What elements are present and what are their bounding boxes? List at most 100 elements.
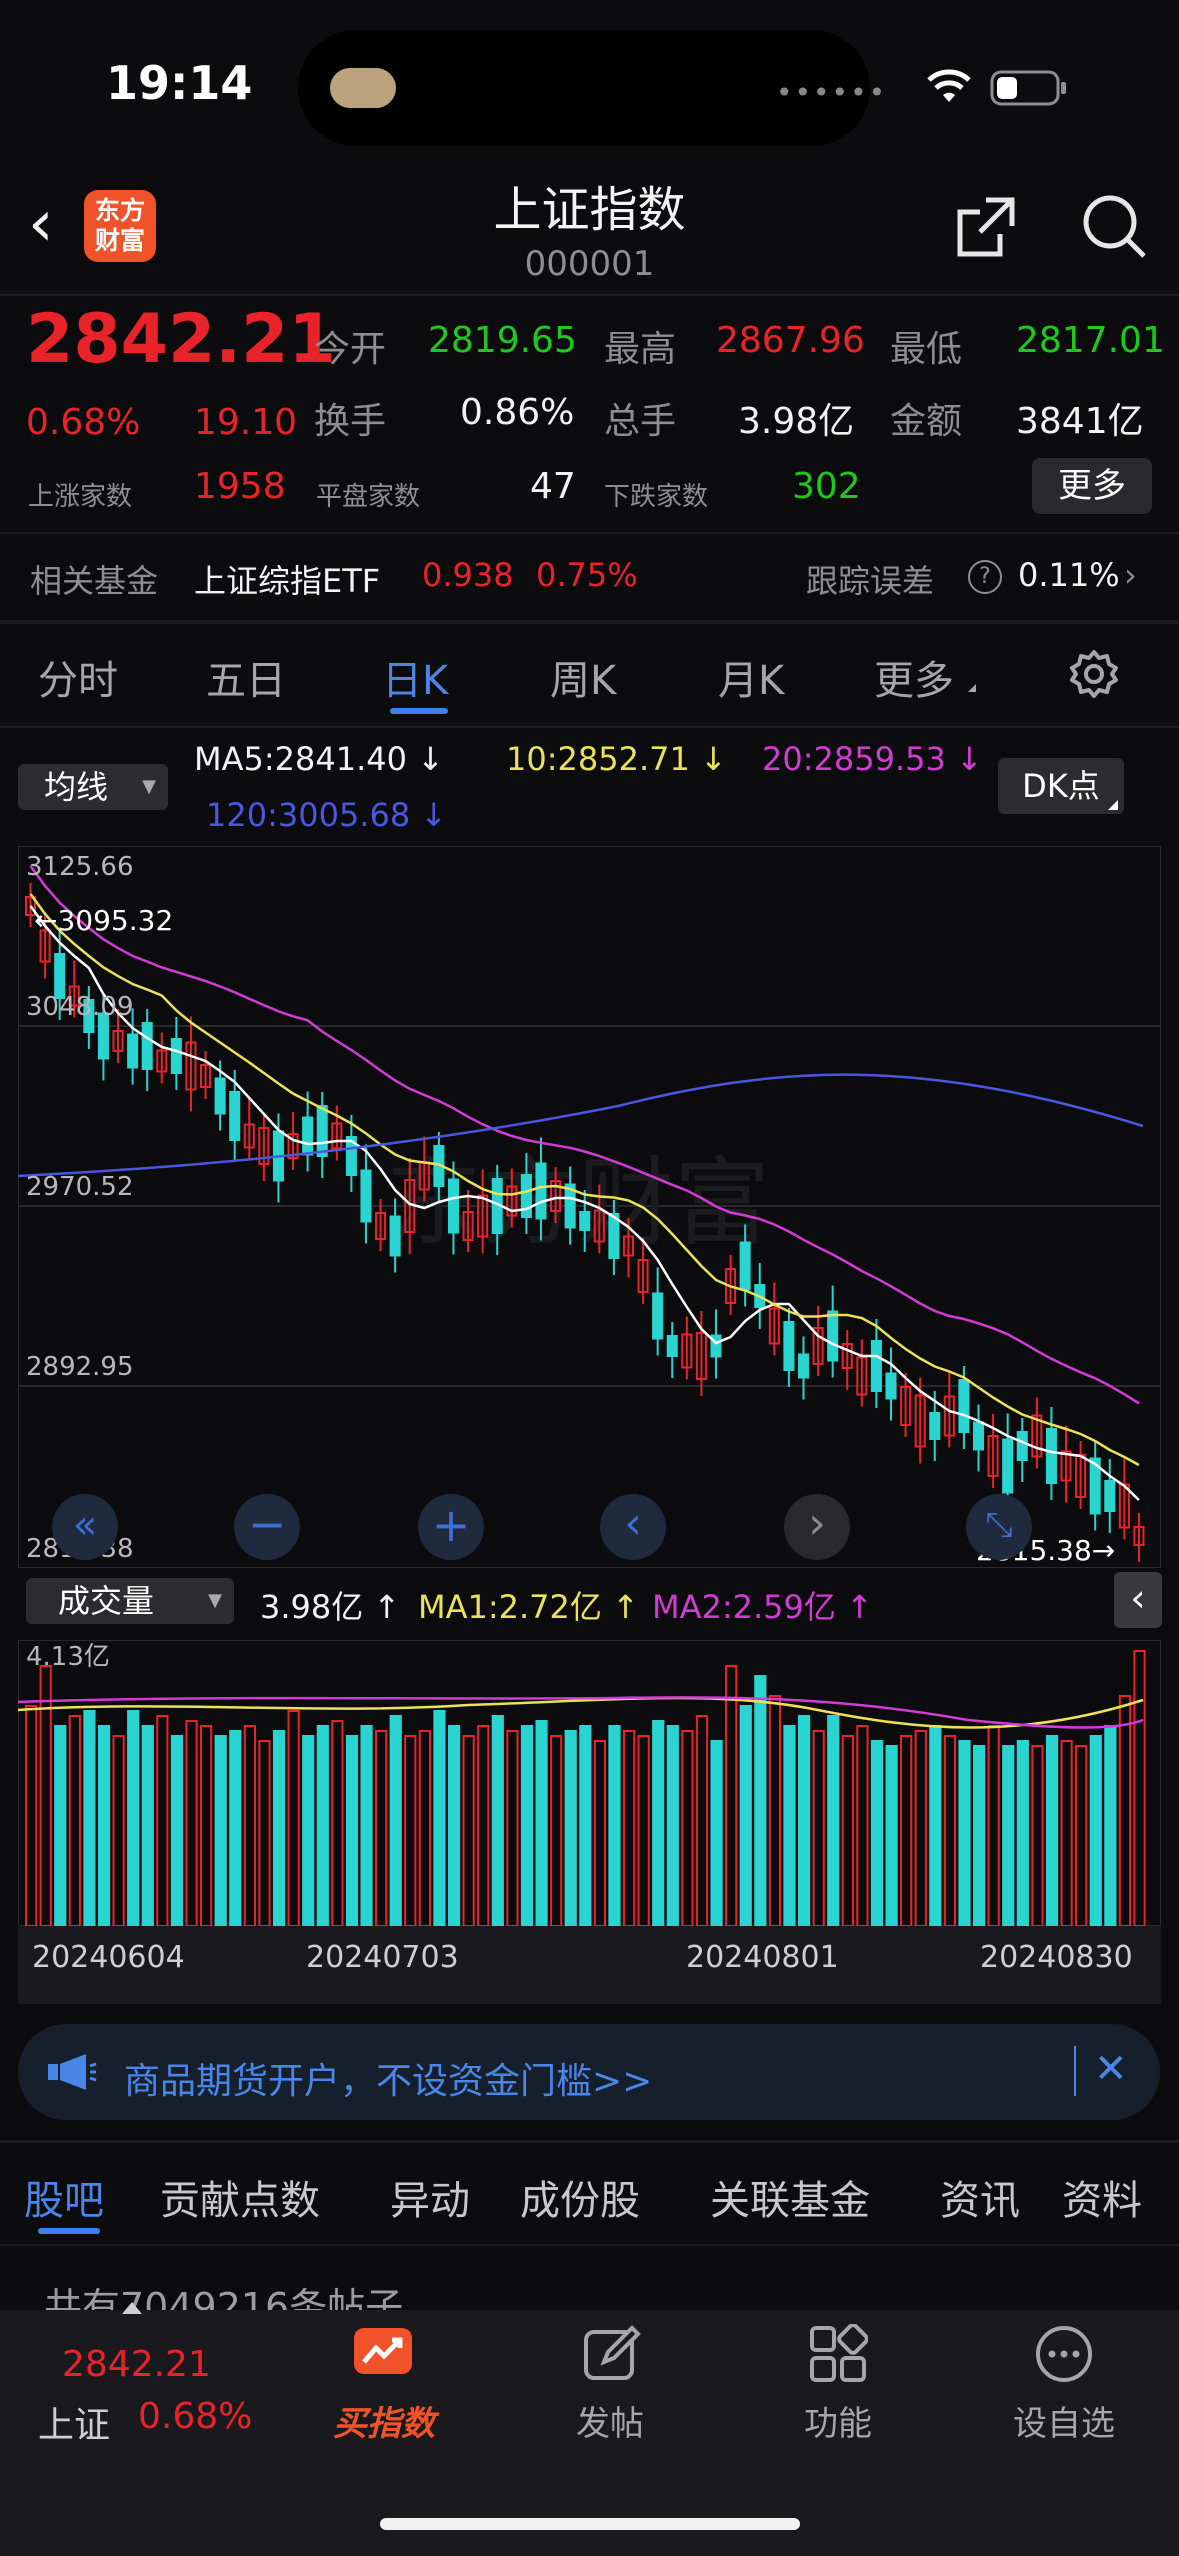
scroll-right-button[interactable]: › (784, 1494, 850, 1560)
x-tick-label: 20240703 (306, 1940, 459, 1975)
candlestick-chart[interactable]: 东方财富 (18, 846, 1161, 1568)
scroll-left-fast-button[interactable]: « (52, 1494, 118, 1560)
volume-bar (287, 1710, 300, 1926)
tab-monthly-k[interactable]: 月K (718, 648, 784, 706)
functions-icon[interactable] (808, 2324, 868, 2384)
megaphone-icon (48, 2054, 97, 2090)
nav-buy-index[interactable]: 买指数 (304, 2396, 464, 2445)
promo-text[interactable]: 商品期货开户，不设资金门槛>> (124, 2052, 652, 2104)
sub-tab-underline (38, 2228, 100, 2234)
candle-body (316, 1105, 328, 1157)
x-tick-label: 20240830 (980, 1940, 1133, 1975)
volume-bar (433, 1710, 446, 1926)
dk-point-button[interactable]: DK点 (998, 758, 1124, 814)
collapse-panel-button[interactable]: ‹ (1114, 1572, 1162, 1628)
tab-profile[interactable]: 资料 (1062, 2168, 1142, 2226)
tab-more[interactable]: 更多 (874, 648, 954, 706)
volume-bar (418, 1730, 431, 1926)
zoom-out-button[interactable]: − (234, 1494, 300, 1560)
close-icon[interactable]: ✕ (1094, 2046, 1128, 2092)
volume-bar (316, 1725, 329, 1926)
y-tick-label: 3125.66 (26, 852, 134, 882)
volume-bar (1002, 1745, 1015, 1926)
volume-bar (375, 1730, 388, 1926)
volume-bar (447, 1725, 461, 1926)
nav-post[interactable]: 发帖 (530, 2396, 690, 2445)
volume-bar (1016, 1740, 1029, 1926)
settings-icon[interactable] (1068, 648, 1120, 700)
tab-contribution[interactable]: 贡献点数 (160, 2168, 320, 2226)
candle-body (360, 1169, 372, 1223)
volume-selector[interactable]: 成交量 ▼ (26, 1578, 234, 1624)
volume-bar (564, 1730, 577, 1926)
candle-body (783, 1321, 795, 1371)
post-icon[interactable] (582, 2324, 642, 2384)
down-count-label: 下跌家数 (604, 482, 709, 512)
flat-count: 47 (530, 466, 576, 507)
mini-index-name: 上证 (38, 2405, 111, 2446)
volume-bar (302, 1735, 315, 1926)
volume-bar (710, 1740, 723, 1926)
tab-forum[interactable]: 股吧 (24, 2168, 104, 2226)
buy-index-icon[interactable] (352, 2326, 414, 2382)
volume-bar (112, 1735, 125, 1926)
volume-bar (331, 1720, 344, 1926)
amount-label: 金额 (890, 401, 963, 442)
mini-price: 2842.21 (62, 2344, 211, 2385)
fund-name[interactable]: 上证综指ETF (194, 556, 380, 602)
volume-chart[interactable] (18, 1640, 1161, 1926)
volume-bar (579, 1725, 592, 1926)
help-icon[interactable]: ? (968, 560, 1002, 594)
volume-bar (25, 1705, 38, 1926)
nav-add-watchlist[interactable]: 设自选 (984, 2396, 1144, 2445)
candle-body (958, 1379, 970, 1433)
tab-news[interactable]: 资讯 (940, 2168, 1020, 2226)
fullscreen-button[interactable]: ⤡ (966, 1494, 1032, 1560)
collapse-caret-icon[interactable] (122, 2302, 142, 2314)
candle-body (214, 1077, 226, 1115)
tab-movement[interactable]: 异动 (390, 2168, 470, 2226)
ma-selector[interactable]: 均线 ▼ (18, 764, 168, 810)
volume-bar (272, 1730, 286, 1926)
volume-bar (127, 1710, 140, 1926)
tab-weekly-k[interactable]: 周K (550, 648, 616, 706)
x-tick-label: 20240801 (686, 1940, 839, 1975)
more-button[interactable]: 更多 (1032, 458, 1152, 514)
flat-count-label: 平盘家数 (316, 482, 421, 512)
candle-body (170, 1038, 182, 1074)
volume-bar (68, 1715, 81, 1926)
volume-bar (39, 1665, 52, 1926)
candle-body (1104, 1480, 1116, 1512)
volume-bar (535, 1720, 548, 1926)
fund-pct: 0.75% (536, 556, 638, 594)
zoom-in-button[interactable]: + (418, 1494, 484, 1560)
volume-label: 总手 (604, 401, 677, 442)
tab-intraday[interactable]: 分时 (38, 648, 118, 706)
candle-body (579, 1211, 591, 1231)
volume-bar (156, 1715, 169, 1926)
volume-bar (506, 1730, 519, 1926)
divider (0, 726, 1179, 728)
more-options-icon[interactable] (1034, 2324, 1094, 2384)
scroll-left-button[interactable]: ‹ (600, 1494, 666, 1560)
chevron-right-icon[interactable]: › (1124, 556, 1137, 594)
tab-daily-k[interactable]: 日K (382, 648, 448, 706)
up-count: 1958 (194, 466, 286, 507)
volume-ma1: MA1:2.72亿 ↑ (418, 1588, 639, 1626)
volume-bar (243, 1725, 256, 1926)
tab-related-funds[interactable]: 关联基金 (710, 2168, 870, 2226)
high-label: 最高 (604, 329, 677, 370)
nav-functions[interactable]: 功能 (758, 2396, 918, 2445)
tab-five-day[interactable]: 五日 (206, 648, 286, 706)
candle-body (652, 1292, 664, 1340)
status-time: 19:14 (106, 56, 253, 110)
wifi-icon (927, 69, 971, 102)
ma5-value: MA5:2841.40 ↓ (194, 740, 444, 778)
tab-components[interactable]: 成份股 (520, 2168, 640, 2226)
search-icon[interactable] (1078, 190, 1150, 262)
share-icon[interactable] (950, 190, 1022, 262)
high-marker: ←3095.32 (34, 904, 174, 937)
candle-body (929, 1412, 941, 1440)
volume-bar (972, 1745, 986, 1926)
candle-body (1016, 1431, 1028, 1461)
